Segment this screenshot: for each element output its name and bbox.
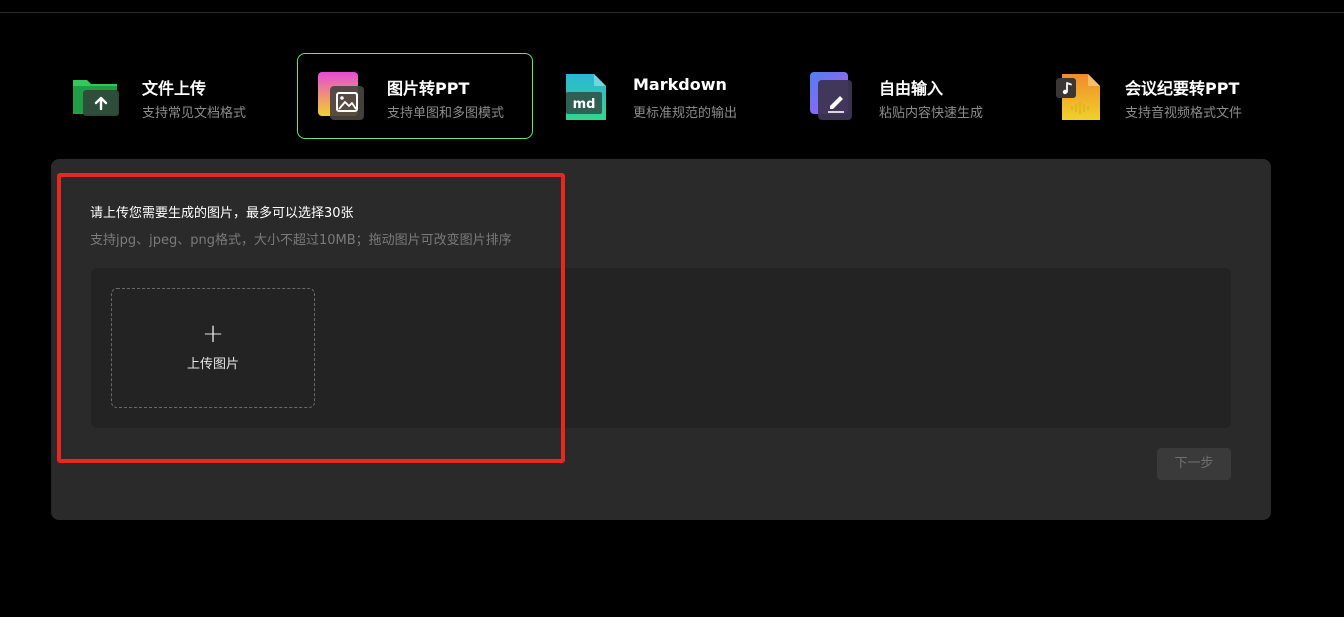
mode-card-image-to-ppt[interactable]: 图片转PPT 支持单图和多图模式	[297, 53, 533, 139]
audio-file-icon	[1054, 72, 1104, 122]
upload-panel: 请上传您需要生成的图片，最多可以选择30张 支持jpg、jpeg、png格式，大…	[51, 159, 1271, 520]
mode-selector: 文件上传 支持常见文档格式 图片转PPT 支持单图和多图模式 md Markdo…	[52, 53, 1272, 139]
upload-image-button[interactable]: + 上传图片	[111, 288, 315, 408]
image-icon	[316, 72, 366, 122]
mode-card-markdown[interactable]: md Markdown 更标准规范的输出	[543, 53, 779, 139]
upload-instructions: 请上传您需要生成的图片，最多可以选择30张	[90, 206, 354, 221]
mode-title: 文件上传	[142, 79, 207, 98]
mode-title: 会议纪要转PPT	[1125, 79, 1240, 98]
mode-title: Markdown	[633, 75, 727, 94]
markdown-file-icon: md	[562, 72, 612, 122]
mode-card-file-upload[interactable]: 文件上传 支持常见文档格式	[52, 53, 288, 139]
mode-description: 更标准规范的输出	[633, 106, 738, 121]
svg-text:md: md	[573, 97, 596, 112]
next-step-button[interactable]: 下一步	[1157, 448, 1231, 480]
mode-title: 自由输入	[879, 79, 944, 98]
mode-description: 支持常见文档格式	[142, 106, 247, 121]
folder-upload-icon	[71, 72, 121, 122]
mode-card-free-input[interactable]: 自由输入 粘贴内容快速生成	[789, 53, 1025, 139]
image-dropzone[interactable]: + 上传图片	[91, 268, 1231, 428]
mode-description: 支持单图和多图模式	[387, 106, 505, 121]
edit-icon	[808, 72, 858, 122]
top-divider	[0, 12, 1344, 13]
upload-format-hint: 支持jpg、jpeg、png格式，大小不超过10MB；拖动图片可改变图片排序	[90, 233, 512, 248]
plus-icon: +	[202, 319, 224, 349]
mode-description: 粘贴内容快速生成	[879, 106, 984, 121]
mode-card-meeting-to-ppt[interactable]: 会议纪要转PPT 支持音视频格式文件	[1035, 53, 1271, 139]
mode-title: 图片转PPT	[387, 79, 470, 98]
upload-image-label: 上传图片	[186, 357, 239, 372]
mode-description: 支持音视频格式文件	[1125, 106, 1243, 121]
